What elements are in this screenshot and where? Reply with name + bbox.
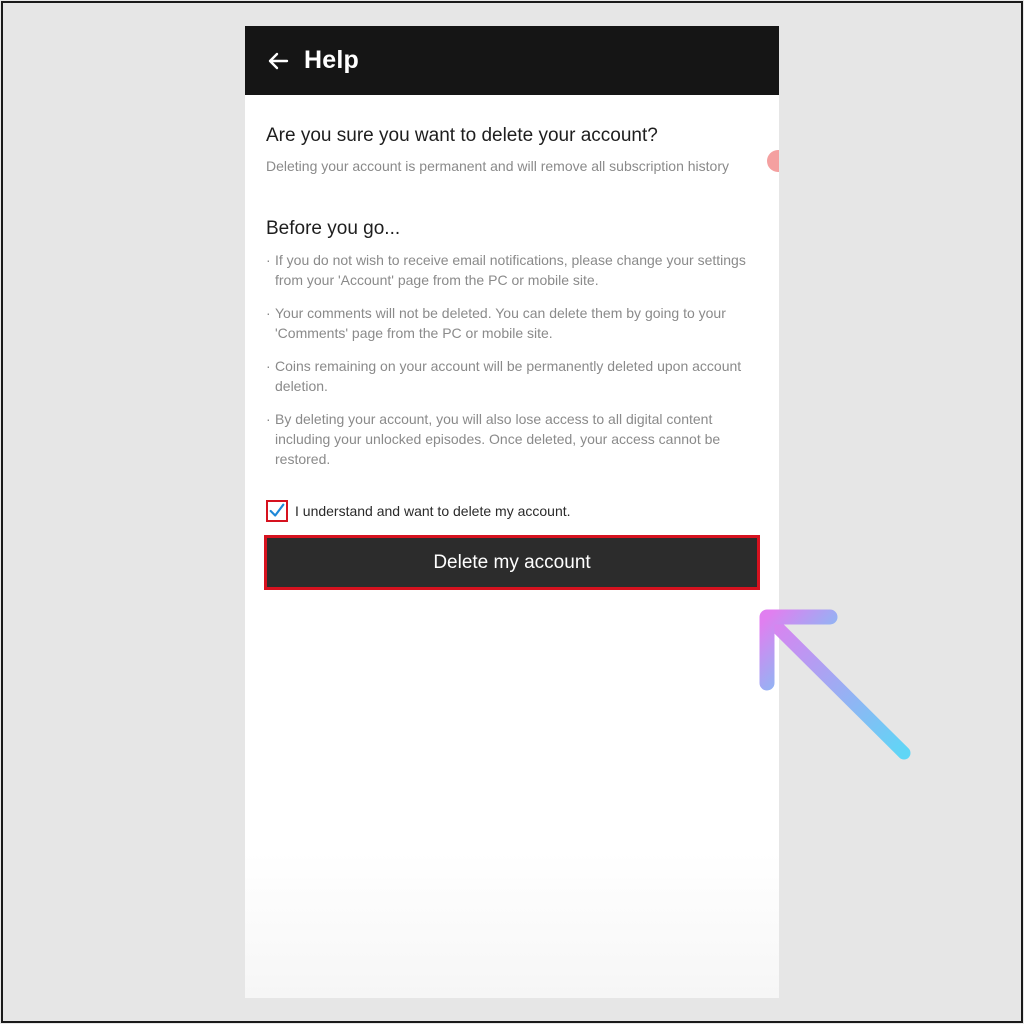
before-you-go-list: If you do not wish to receive email noti… xyxy=(266,250,758,469)
arrow-left-icon[interactable] xyxy=(265,48,291,74)
agreement-checkbox[interactable] xyxy=(266,500,288,522)
delete-question: Are you sure you want to delete your acc… xyxy=(266,125,658,146)
checkmark-icon xyxy=(269,503,285,517)
delete-account-button[interactable]: Delete my account xyxy=(264,535,760,590)
list-item: Your comments will not be deleted. You c… xyxy=(266,303,758,343)
agreement-row: I understand and want to delete my accou… xyxy=(266,500,758,522)
list-item: Coins remaining on your account will be … xyxy=(266,356,758,396)
app-bar: Help xyxy=(245,26,779,95)
floating-indicator xyxy=(767,150,779,172)
phone-screen: Help Are you sure you want to delete you… xyxy=(245,26,779,998)
help-content: Are you sure you want to delete your acc… xyxy=(245,125,779,590)
page-title: Help xyxy=(304,46,359,74)
agreement-label[interactable]: I understand and want to delete my accou… xyxy=(295,503,571,519)
list-item: By deleting your account, you will also … xyxy=(266,409,758,469)
delete-warning: Deleting your account is permanent and w… xyxy=(266,158,729,174)
before-you-go-heading: Before you go... xyxy=(266,218,401,239)
pointer-arrow-icon xyxy=(759,609,911,760)
list-item: If you do not wish to receive email noti… xyxy=(266,250,758,290)
